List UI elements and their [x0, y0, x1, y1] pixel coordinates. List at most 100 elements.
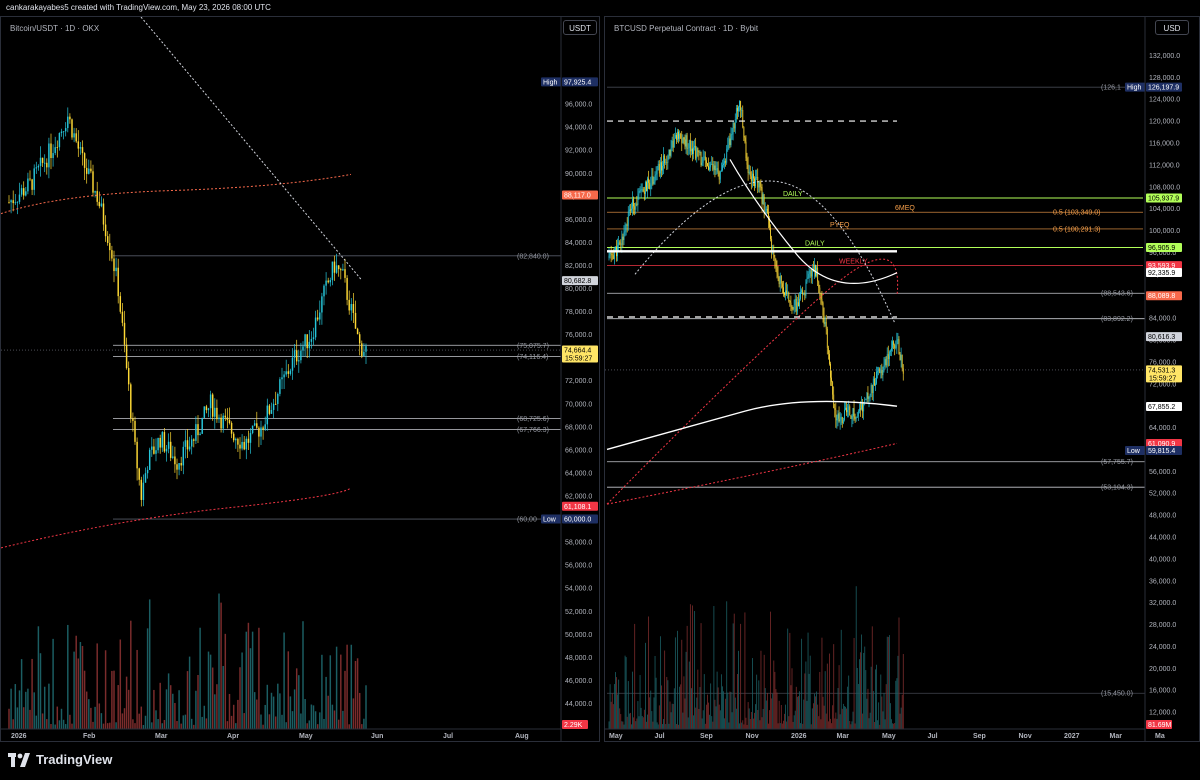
candle-body	[753, 173, 754, 179]
candle-body	[859, 408, 860, 412]
volume-bar	[123, 708, 126, 729]
candle-body	[808, 273, 810, 278]
tradingview-logo[interactable]: TradingView	[8, 752, 112, 767]
volume-bar	[718, 704, 720, 729]
volume-bar	[765, 700, 767, 729]
candle-body	[144, 473, 147, 483]
volume-bar	[809, 655, 811, 729]
volume-bar	[814, 693, 815, 729]
candle-body	[728, 138, 730, 145]
volume-bar	[197, 674, 199, 729]
candle-body	[815, 264, 816, 276]
candle-body	[857, 411, 859, 417]
volume-bar	[769, 710, 770, 729]
price-tag-text: 67,855.2	[1148, 404, 1175, 411]
volume-bar	[652, 721, 654, 729]
candle-body	[218, 417, 220, 420]
y-tick-label: 82,000.0	[565, 263, 592, 270]
volume-bar	[664, 650, 666, 729]
currency-button[interactable]: USD	[1155, 20, 1189, 35]
candle-body	[862, 403, 864, 412]
annotation-value: 0.5 (100,291.3)	[1053, 226, 1100, 233]
volume-bar	[316, 724, 319, 729]
y-tick-label: 50,000.0	[565, 632, 592, 639]
candle-body	[742, 110, 744, 128]
candle-body	[902, 368, 904, 374]
candle-body	[869, 394, 871, 398]
candle-body	[900, 354, 902, 361]
candle-body	[810, 270, 812, 277]
currency-button[interactable]: USDT	[563, 20, 597, 35]
volume-bar	[832, 705, 834, 729]
candle-body	[130, 384, 132, 419]
candle-body	[335, 265, 338, 273]
chart-panel-bybit[interactable]: 132,000.0 128,000.0 124,000.0 120,000.0 116,…	[604, 16, 1200, 742]
volume-bar	[12, 719, 14, 729]
annotation-value: 0.5 (103,349.0)	[1053, 210, 1100, 217]
candle-body	[701, 162, 703, 166]
candle-body	[845, 407, 846, 410]
volume-bar	[153, 689, 155, 729]
volume-bar	[715, 706, 717, 729]
y-tick-label: 80,000.0	[565, 286, 592, 293]
candle-body	[704, 156, 706, 161]
volume-bar	[651, 711, 653, 729]
volume-bar	[682, 712, 684, 729]
candle-body	[763, 194, 765, 211]
volume-bar	[749, 719, 751, 729]
candle-body	[279, 379, 281, 394]
volume-bar	[732, 623, 734, 729]
volume-bar	[22, 707, 25, 729]
candle-body	[115, 267, 117, 272]
volume-bar	[885, 684, 887, 729]
volume-bar	[350, 644, 353, 729]
chart-panel-okx[interactable]: 96,000.094,000.092,000.090,000.088,000.0…	[0, 16, 600, 742]
candle-body	[781, 283, 783, 288]
candle-body	[716, 168, 718, 170]
volume-bar	[60, 708, 63, 729]
volume-bar	[887, 637, 889, 729]
candle-body	[830, 363, 831, 378]
volume-bar	[835, 712, 837, 729]
candle-body	[344, 269, 346, 278]
candle-body	[840, 417, 842, 420]
volume-bar	[698, 708, 700, 729]
volume-bar	[691, 688, 692, 729]
chart-canvas-okx[interactable]: 96,000.094,000.092,000.090,000.088,000.0…	[1, 17, 600, 742]
volume-bar	[815, 696, 816, 729]
volume-bar	[884, 719, 886, 729]
volume-bar	[224, 633, 227, 729]
chart-canvas-bybit[interactable]: 132,000.0 128,000.0 124,000.0 120,000.0 116,…	[605, 17, 1200, 742]
volume-bar	[348, 724, 350, 729]
volume-bar	[646, 721, 647, 729]
volume-bar	[665, 724, 667, 729]
volume-bar	[300, 713, 302, 729]
candle-body	[50, 143, 52, 158]
volume-bar	[875, 669, 876, 729]
volume-bar	[167, 673, 170, 729]
volume-bar	[850, 724, 852, 729]
volume-bar	[791, 668, 793, 729]
volume-bar	[846, 708, 847, 729]
volume-bar	[262, 724, 264, 729]
x-tick-label: 2026	[791, 733, 807, 740]
volume-bar	[272, 696, 275, 729]
candle-body	[655, 174, 657, 176]
volume-bar	[69, 714, 71, 729]
candle-body	[608, 255, 610, 258]
volume-bar	[29, 709, 31, 729]
candle-body	[138, 468, 140, 480]
candle-body	[822, 302, 824, 316]
candle-body	[302, 346, 304, 351]
volume-bar	[635, 721, 637, 729]
candle-body	[819, 287, 821, 294]
candle-body	[735, 108, 737, 120]
volume-bar	[669, 701, 671, 729]
candle-body	[203, 406, 206, 418]
candle-body	[658, 164, 660, 174]
candle-body	[699, 151, 701, 153]
candle-body	[756, 176, 758, 178]
level-label: (88,543.6)	[1101, 291, 1133, 298]
y-tick-label: 64,000.0	[1149, 425, 1176, 432]
volume-bar	[752, 658, 753, 729]
